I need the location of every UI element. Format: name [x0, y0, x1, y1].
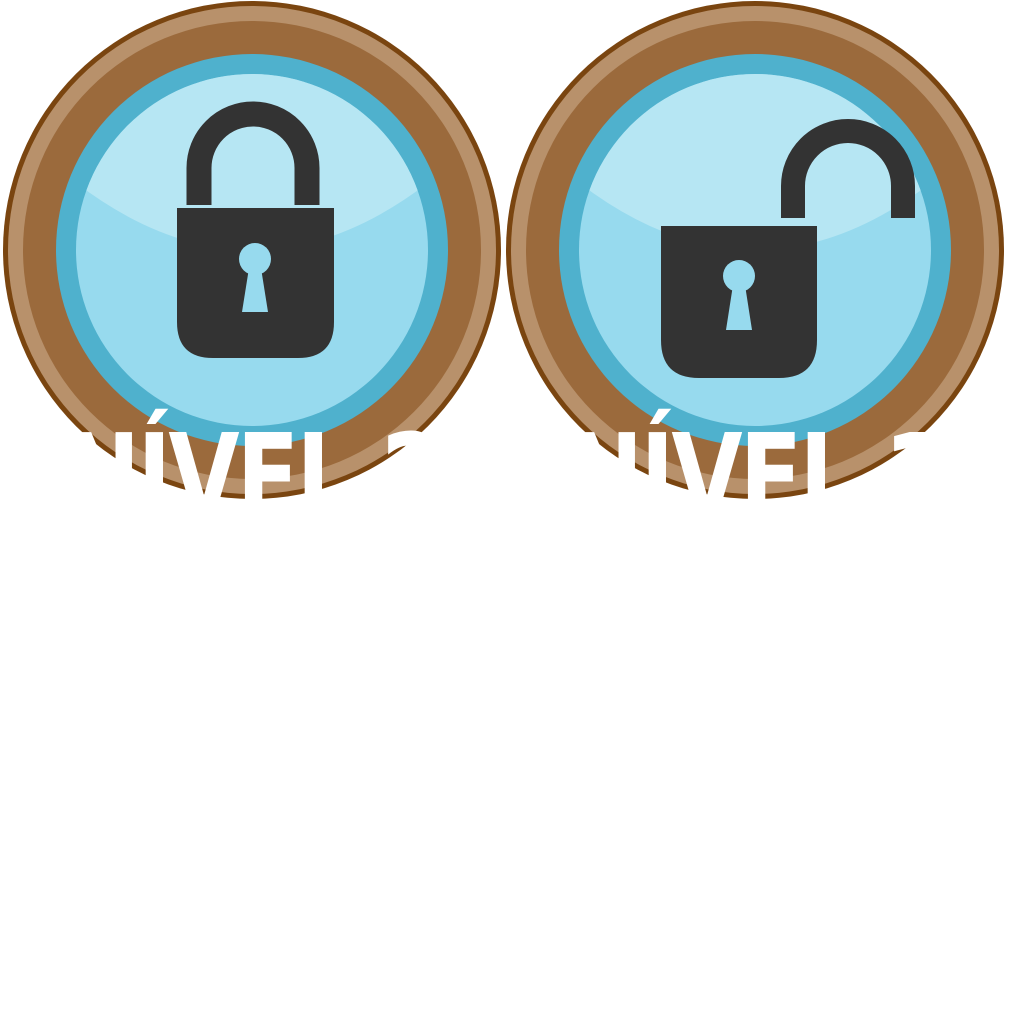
level-label: NÍVEL 1 [566, 408, 947, 546]
level-badge-locked[interactable]: NÍVEL 2 [0, 0, 505, 536]
level-badge-unlocked[interactable]: NÍVEL 1 [503, 0, 1008, 536]
level-label: NÍVEL 2 [63, 408, 444, 546]
level-badges-canvas: NÍVEL 2 NÍVEL 1 [0, 0, 1024, 1024]
